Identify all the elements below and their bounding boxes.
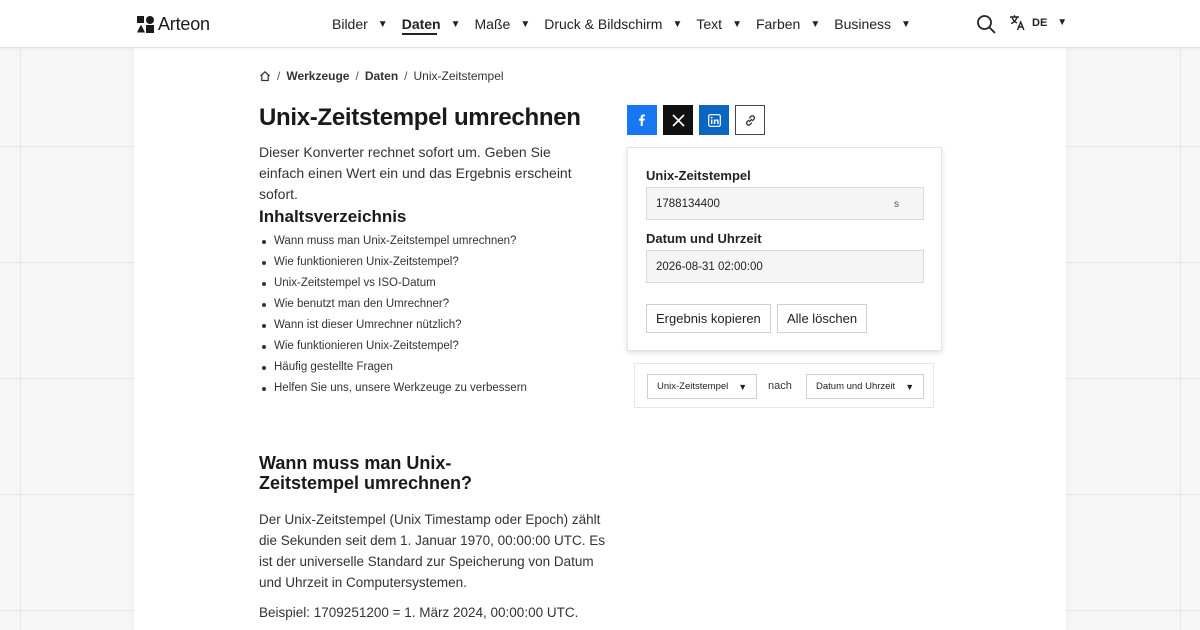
nav-label: Maße: [474, 16, 511, 32]
copy-link-button[interactable]: [735, 105, 765, 135]
linkedin-icon: [707, 113, 721, 127]
nav-label: Daten: [401, 16, 441, 32]
nav-item-farben[interactable]: Farben ▼: [756, 0, 820, 48]
share-linkedin-button[interactable]: [699, 105, 729, 135]
logo-icon: [137, 15, 154, 33]
nav-item-druck-bildschirm[interactable]: Druck & Bildschirm ▼: [544, 0, 682, 48]
toc-link[interactable]: Wie benutzt man den Umrechner?: [259, 296, 527, 317]
caret-down-icon: ▼: [672, 18, 683, 30]
nav-item-bilder[interactable]: Bilder ▼: [332, 0, 388, 48]
caret-down-icon: ▼: [520, 18, 531, 30]
search-icon: [977, 15, 996, 34]
page-title: Unix-Zeitstempel umrechnen: [259, 104, 581, 131]
nav-label: Bilder: [332, 16, 368, 32]
nav-label: Druck & Bildschirm: [544, 16, 663, 32]
datetime-output[interactable]: 2026-08-31 02:00:00: [646, 250, 924, 283]
active-indicator: [401, 33, 437, 35]
nav-label: Text: [696, 16, 723, 32]
top-navigation-bar: Arteon Bilder ▼ Daten ▼ Maße ▼ Druck & B…: [0, 0, 1200, 48]
datetime-value: 2026-08-31 02:00:00: [656, 260, 763, 273]
toc-link[interactable]: Wann ist dieser Umrechner nützlich?: [259, 317, 527, 338]
caret-down-icon: ▼: [1057, 17, 1068, 28]
nav-label: Business: [834, 16, 892, 32]
caret-down-icon: ▼: [738, 381, 748, 392]
share-facebook-button[interactable]: [627, 105, 657, 135]
caret-down-icon: ▼: [901, 18, 911, 30]
breadcrumb-separator: /: [355, 69, 359, 83]
translate-icon: [1010, 15, 1025, 31]
share-buttons: [627, 105, 771, 135]
toc-title: Inhaltsverzeichnis: [259, 207, 407, 226]
from-unit-select[interactable]: Unix-Zeitstempel ▼: [647, 374, 758, 399]
toc-link[interactable]: Wann muss man Unix-Zeitstempel umrechnen…: [259, 233, 527, 254]
unit-selector-bar: Unix-Zeitstempel ▼ nach Datum und Uhrzei…: [634, 363, 934, 408]
language-code: DE: [1032, 16, 1048, 29]
caret-down-icon: ▼: [732, 18, 742, 30]
toc-link[interactable]: Wie funktionieren Unix-Zeitstempel?: [259, 254, 527, 275]
toc-link[interactable]: Häufig gestellte Fragen: [259, 359, 527, 380]
timestamp-label: Unix-Zeitstempel: [646, 168, 751, 183]
brand-logo[interactable]: Arteon: [137, 13, 210, 35]
breadcrumb-current: Unix-Zeitstempel: [413, 69, 504, 83]
section-body: Der Unix-Zeitstempel (Unix Timestamp ode…: [259, 512, 605, 590]
nav-item-masse[interactable]: Maße ▼: [475, 0, 531, 48]
search-button[interactable]: [976, 14, 996, 34]
timestamp-input[interactable]: 1788134400 s: [646, 187, 924, 220]
converter-panel: Unix-Zeitstempel 1788134400 s Datum und …: [627, 147, 942, 351]
caret-down-icon: ▼: [450, 18, 461, 30]
home-icon[interactable]: [259, 70, 271, 82]
x-icon: [671, 113, 685, 127]
from-unit-value: Unix-Zeitstempel: [657, 381, 729, 392]
timestamp-value: 1788134400: [656, 197, 720, 210]
clear-all-button[interactable]: Alle löschen: [777, 304, 868, 333]
datetime-label: Datum und Uhrzeit: [646, 231, 762, 246]
language-selector[interactable]: DE ▼: [1009, 14, 1067, 31]
section-title: Wann muss man Unix-Zeitstempel umrechnen…: [259, 453, 473, 493]
link-icon: [745, 114, 755, 126]
share-x-button[interactable]: [663, 105, 693, 135]
nav-item-text[interactable]: Text ▼: [696, 0, 742, 48]
to-unit-value: Datum und Uhrzeit: [816, 381, 896, 392]
example-text: Beispiel: 1709251200 = 1. März 2024, 00:…: [259, 605, 579, 620]
toc-link[interactable]: Wie funktionieren Unix-Zeitstempel?: [259, 338, 527, 359]
brand-name: Arteon: [158, 13, 210, 34]
main-content: / Werkzeuge / Daten / Unix-Zeitstempel U…: [134, 48, 1066, 630]
breadcrumb-separator: /: [404, 69, 408, 83]
table-of-contents: Wann muss man Unix-Zeitstempel umrechnen…: [259, 233, 527, 401]
breadcrumb-separator: /: [277, 69, 281, 83]
toc-link[interactable]: Unix-Zeitstempel vs ISO-Datum: [259, 275, 527, 296]
facebook-icon: [639, 114, 645, 126]
to-unit-select[interactable]: Datum und Uhrzeit ▼: [806, 374, 925, 399]
nav-item-business[interactable]: Business ▼: [834, 0, 911, 48]
nav-label: Farben: [755, 16, 801, 32]
caret-down-icon: ▼: [810, 18, 821, 30]
breadcrumb: / Werkzeuge / Daten / Unix-Zeitstempel: [259, 69, 504, 83]
unit-connector: nach: [768, 380, 792, 392]
copy-result-button[interactable]: Ergebnis kopieren: [646, 304, 771, 333]
main-nav: Bilder ▼ Daten ▼ Maße ▼ Druck & Bildschi…: [332, 0, 925, 48]
toc-link[interactable]: Helfen Sie uns, unsere Werkzeuge zu verb…: [259, 380, 527, 401]
unit-suffix: s: [894, 199, 899, 210]
nav-item-daten[interactable]: Daten ▼: [401, 0, 461, 48]
caret-down-icon: ▼: [377, 18, 388, 30]
caret-down-icon: ▼: [905, 381, 915, 392]
intro-text: Dieser Konverter rechnet sofort um. Gebe…: [259, 144, 572, 202]
breadcrumb-werkzeuge[interactable]: Werkzeuge: [286, 69, 349, 83]
breadcrumb-daten[interactable]: Daten: [365, 69, 398, 83]
